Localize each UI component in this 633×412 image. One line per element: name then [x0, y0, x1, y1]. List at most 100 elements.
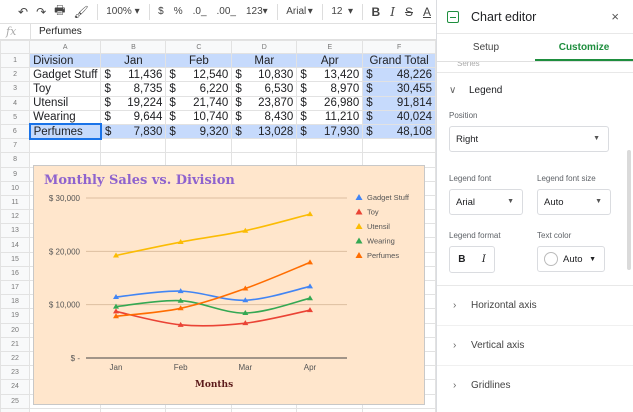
- row-header[interactable]: 23: [0, 365, 31, 381]
- column-header[interactable]: D: [231, 40, 298, 54]
- redo-icon[interactable]: ↷: [32, 0, 50, 24]
- font-select[interactable]: Arial ▾: [281, 0, 318, 24]
- cell[interactable]: $11,210: [296, 109, 364, 125]
- row-header[interactable]: 25: [0, 393, 31, 409]
- cell[interactable]: Utensil: [29, 95, 102, 111]
- decrease-decimal-button[interactable]: .0_: [188, 0, 212, 24]
- cell[interactable]: $91,814: [362, 95, 436, 111]
- cell[interactable]: $8,735: [100, 81, 167, 97]
- row-header[interactable]: 21: [0, 336, 31, 352]
- cell[interactable]: Wearing: [29, 109, 102, 125]
- bold-button[interactable]: B: [367, 0, 386, 24]
- close-icon[interactable]: ×: [611, 9, 619, 24]
- cell[interactable]: $40,024: [362, 109, 436, 125]
- panel-scrollbar[interactable]: [627, 150, 631, 270]
- increase-decimal-button[interactable]: .00_: [212, 0, 241, 24]
- percent-format-button[interactable]: %: [169, 0, 188, 24]
- row-header[interactable]: 15: [0, 251, 31, 267]
- row-header[interactable]: 17: [0, 279, 31, 296]
- column-header[interactable]: B: [100, 40, 167, 54]
- cell[interactable]: $6,220: [165, 81, 233, 97]
- legend-italic-button[interactable]: I: [482, 254, 486, 265]
- row-header[interactable]: 22: [0, 350, 31, 367]
- row-header[interactable]: 19: [0, 308, 31, 324]
- cell[interactable]: [165, 138, 233, 154]
- tab-setup[interactable]: Setup: [437, 34, 535, 61]
- cell[interactable]: $8,970: [296, 81, 364, 97]
- row-header[interactable]: 9: [0, 166, 31, 182]
- cell[interactable]: [296, 407, 364, 412]
- legend-font-select[interactable]: Arial ▼: [449, 189, 523, 215]
- cell[interactable]: [165, 407, 233, 412]
- cell[interactable]: Feb: [165, 52, 233, 69]
- cell[interactable]: [100, 138, 167, 154]
- row-header[interactable]: 8: [0, 152, 31, 168]
- row-header[interactable]: 24: [0, 379, 31, 395]
- cell[interactable]: [231, 407, 298, 412]
- cell[interactable]: $17,930: [296, 123, 364, 140]
- cell[interactable]: $10,740: [165, 109, 233, 125]
- row-header[interactable]: 7: [0, 138, 31, 154]
- cell[interactable]: [296, 138, 364, 154]
- cell[interactable]: $23,870: [231, 95, 298, 111]
- embedded-chart[interactable]: Monthly Sales vs. Division $ - $ 10,000 $ 2…: [33, 165, 425, 405]
- legend-position-select[interactable]: Right ▼: [449, 126, 609, 152]
- font-size-select[interactable]: 12 ▾: [326, 0, 358, 24]
- strikethrough-button[interactable]: S: [400, 0, 418, 24]
- cell[interactable]: $48,226: [362, 67, 436, 83]
- row-header[interactable]: 1: [0, 52, 31, 69]
- row-header[interactable]: 6: [0, 123, 31, 140]
- text-color-button[interactable]: A: [418, 0, 436, 24]
- cell[interactable]: $21,740: [165, 95, 233, 111]
- cell[interactable]: $7,830: [100, 123, 167, 140]
- undo-icon[interactable]: ↶: [14, 0, 32, 24]
- cell[interactable]: Jan: [100, 52, 167, 69]
- row-header[interactable]: 18: [0, 294, 31, 310]
- print-icon[interactable]: 🖶: [50, 0, 69, 24]
- tab-customize[interactable]: Customize: [535, 34, 633, 61]
- cell[interactable]: $10,830: [231, 67, 298, 83]
- cell[interactable]: $13,420: [296, 67, 364, 83]
- cell[interactable]: $26,980: [296, 95, 364, 111]
- cell[interactable]: Apr: [296, 52, 364, 69]
- cell[interactable]: Division: [29, 52, 102, 69]
- column-header[interactable]: E: [296, 40, 364, 54]
- cell[interactable]: $9,320: [165, 123, 233, 140]
- formula-input[interactable]: Perfumes: [30, 23, 82, 40]
- legend-section-header[interactable]: ∨ Legend: [449, 73, 633, 107]
- row-header[interactable]: 4: [0, 95, 31, 111]
- cell[interactable]: $13,028: [231, 123, 298, 140]
- row-header[interactable]: 14: [0, 237, 31, 253]
- select-all-corner[interactable]: [0, 40, 31, 54]
- row-header[interactable]: 20: [0, 322, 31, 338]
- row-header[interactable]: 11: [0, 194, 31, 211]
- row-header[interactable]: 13: [0, 223, 31, 239]
- zoom-select[interactable]: 100% ▾: [101, 0, 144, 24]
- cell[interactable]: [29, 138, 102, 154]
- cell[interactable]: Gadget Stuff: [29, 67, 102, 83]
- horizontal-axis-section[interactable]: › Horizontal axis: [437, 285, 633, 325]
- cell[interactable]: Toy: [29, 81, 102, 97]
- vertical-axis-section[interactable]: › Vertical axis: [437, 325, 633, 365]
- cell[interactable]: $6,530: [231, 81, 298, 97]
- cell[interactable]: Mar: [231, 52, 298, 69]
- cell[interactable]: $11,436: [100, 67, 167, 83]
- row-header[interactable]: 5: [0, 109, 31, 125]
- cell[interactable]: [362, 138, 436, 154]
- row-header[interactable]: 3: [0, 81, 31, 97]
- more-formats-button[interactable]: 123▾: [241, 0, 273, 24]
- cell[interactable]: $19,224: [100, 95, 167, 111]
- italic-button[interactable]: I: [385, 0, 400, 24]
- column-header[interactable]: C: [165, 40, 233, 54]
- cell[interactable]: $30,455: [362, 81, 436, 97]
- row-header[interactable]: 12: [0, 209, 31, 225]
- column-header[interactable]: A: [29, 40, 102, 54]
- row-header[interactable]: 16: [0, 265, 31, 282]
- cell[interactable]: Perfumes: [28, 123, 102, 140]
- gridlines-section[interactable]: › Gridlines: [437, 365, 633, 405]
- legend-font-size-select[interactable]: Auto ▼: [537, 189, 611, 215]
- row-header[interactable]: 26: [0, 407, 31, 412]
- column-header[interactable]: F: [362, 40, 436, 54]
- cell[interactable]: [29, 407, 102, 412]
- cell[interactable]: [231, 138, 298, 154]
